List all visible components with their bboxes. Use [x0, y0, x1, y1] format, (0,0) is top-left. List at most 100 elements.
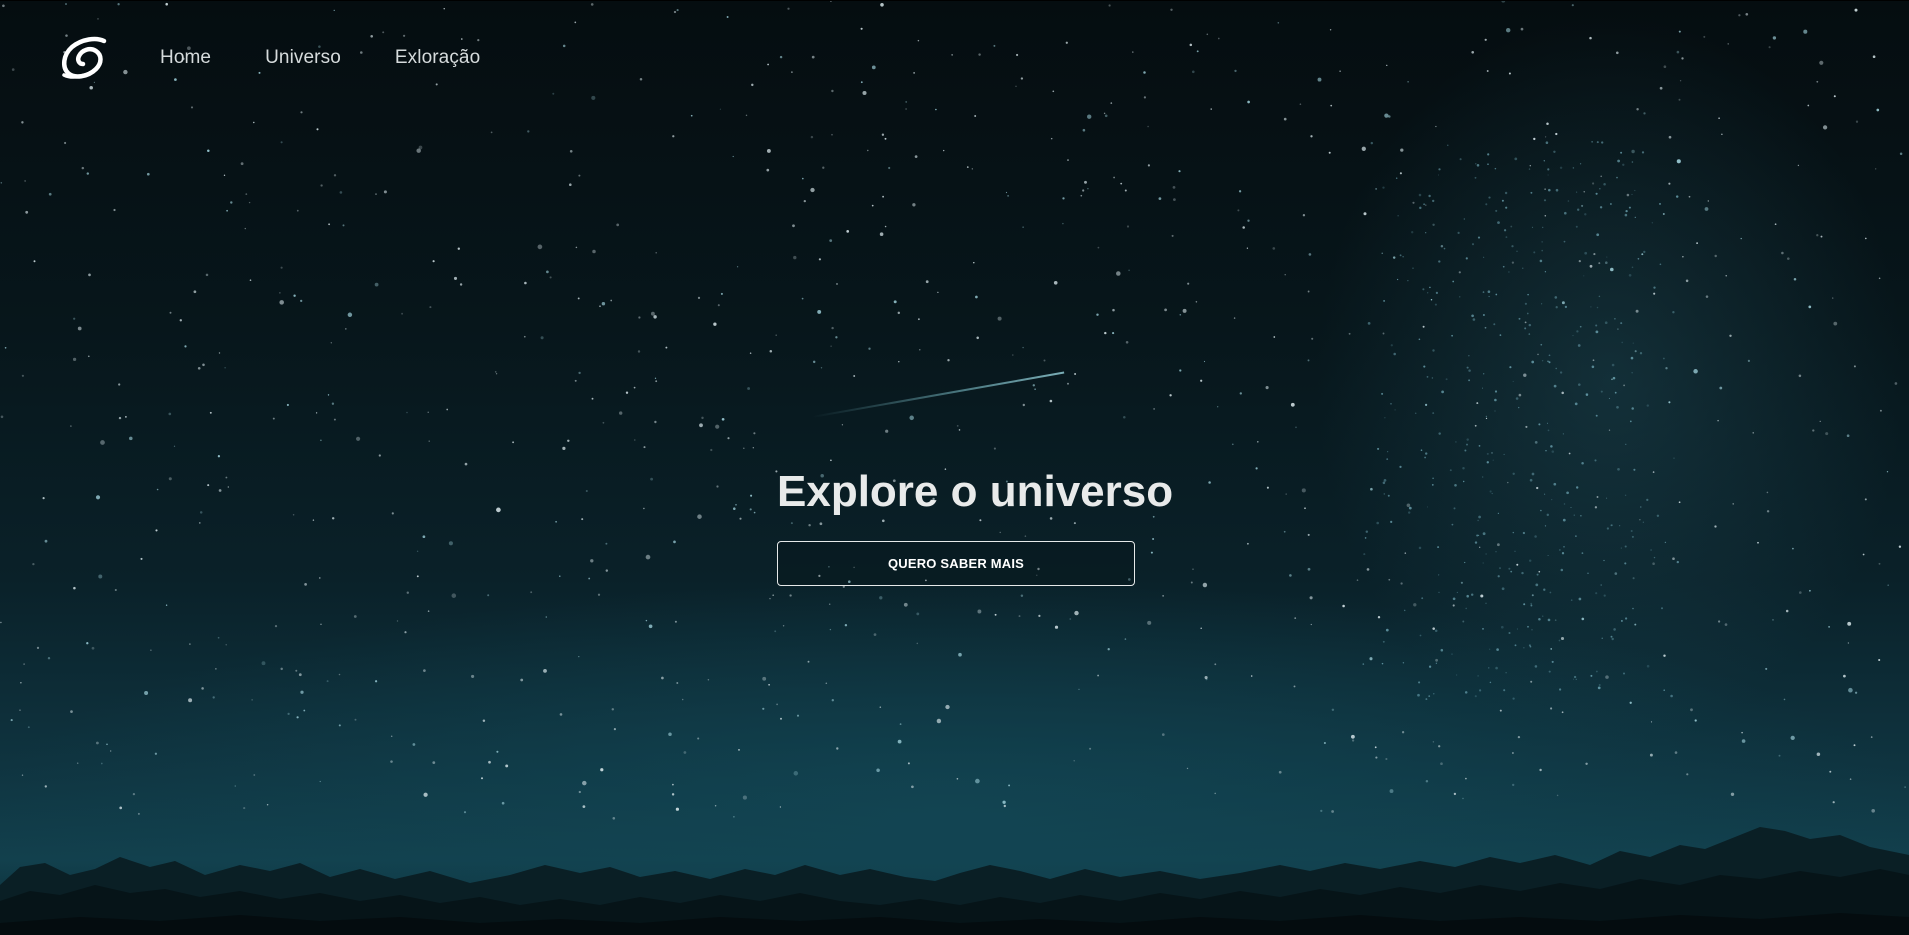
star: [1164, 308, 1167, 312]
star: [330, 342, 332, 344]
star: [253, 774, 256, 776]
star: [1899, 152, 1903, 155]
star: [710, 448, 713, 452]
star: [1819, 420, 1821, 423]
star: [1555, 188, 1559, 192]
star: [559, 713, 563, 716]
star: [1483, 373, 1485, 375]
star: [977, 609, 982, 614]
star: [1646, 404, 1650, 407]
star: [654, 420, 657, 424]
star: [994, 613, 997, 616]
star: [429, 306, 432, 309]
star: [1536, 573, 1539, 576]
star: [274, 625, 278, 628]
star: [1561, 552, 1565, 555]
star: [1375, 188, 1377, 190]
star: [1562, 518, 1566, 522]
star: [1451, 523, 1454, 526]
star: [1078, 688, 1080, 691]
star: [645, 554, 651, 560]
star: [319, 780, 321, 783]
star: [602, 421, 605, 424]
star: [1451, 334, 1453, 337]
star: [590, 559, 594, 563]
star: [1438, 745, 1441, 748]
star: [1674, 751, 1678, 754]
star: [1678, 501, 1681, 504]
star: [1605, 675, 1609, 679]
star: [1574, 402, 1578, 406]
star: [1265, 386, 1269, 390]
star: [1074, 610, 1079, 616]
star: [1589, 264, 1593, 268]
star: [1634, 623, 1637, 626]
star: [1425, 452, 1428, 455]
star: [1457, 231, 1460, 235]
star: [1104, 331, 1107, 335]
star: [1670, 694, 1673, 698]
star: [319, 577, 321, 579]
star: [1434, 629, 1438, 632]
star: [1603, 183, 1606, 186]
nav-link-exploracao[interactable]: Exloração: [395, 47, 480, 69]
top-navigation: Home Universo Exloração: [0, 0, 1909, 114]
star: [188, 698, 193, 703]
star: [1631, 161, 1634, 163]
star: [1414, 412, 1417, 414]
star: [1614, 317, 1616, 320]
spiral-galaxy-logo-icon[interactable]: [60, 35, 108, 81]
star: [1864, 237, 1867, 240]
star: [1665, 367, 1668, 370]
star: [914, 155, 918, 158]
star: [197, 366, 201, 370]
star: [782, 625, 785, 627]
star: [226, 209, 228, 212]
star: [1484, 326, 1487, 329]
star: [1491, 452, 1493, 454]
star: [716, 485, 719, 488]
star: [1247, 219, 1250, 222]
star: [530, 591, 533, 594]
star: [912, 203, 916, 207]
star: [1432, 741, 1435, 743]
star: [1793, 278, 1797, 281]
star: [1370, 141, 1374, 145]
star: [766, 168, 770, 172]
star: [1455, 441, 1457, 443]
star: [655, 380, 658, 383]
star: [871, 204, 874, 207]
star: [1383, 493, 1386, 495]
nav-link-universo[interactable]: Universo: [265, 47, 341, 69]
star: [1651, 222, 1653, 224]
star: [1541, 303, 1543, 305]
star: [155, 529, 158, 532]
star: [1053, 280, 1058, 285]
star: [1612, 376, 1616, 380]
star: [1581, 617, 1585, 621]
star: [1792, 547, 1794, 550]
star: [156, 488, 159, 491]
star: [1147, 164, 1150, 167]
star: [125, 416, 127, 418]
star: [1497, 543, 1500, 547]
star: [312, 519, 315, 521]
star: [374, 282, 379, 287]
learn-more-button[interactable]: QUERO SABER MAIS: [777, 541, 1135, 586]
star: [1621, 341, 1623, 344]
star: [199, 511, 203, 514]
star: [1534, 535, 1537, 538]
star: [1452, 597, 1456, 601]
star: [762, 676, 767, 681]
star: [1563, 240, 1566, 243]
star: [1816, 234, 1819, 237]
star: [432, 761, 436, 764]
star: [1833, 321, 1838, 326]
star: [697, 737, 700, 740]
star: [1460, 581, 1463, 584]
hero-content: Explore o universo: [777, 466, 1173, 518]
nav-link-home[interactable]: Home: [160, 47, 211, 69]
star: [300, 690, 304, 694]
star: [701, 416, 704, 420]
star: [742, 795, 747, 800]
